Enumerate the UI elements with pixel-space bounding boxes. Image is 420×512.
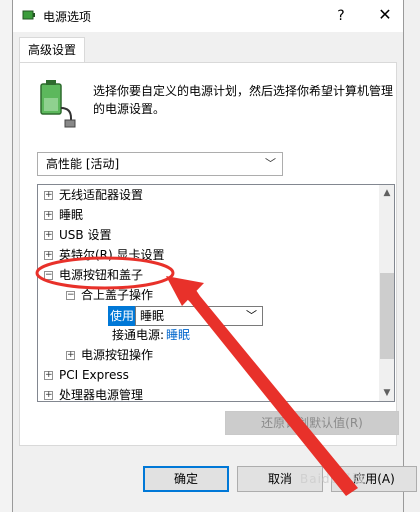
tree-item-plugged-in[interactable]: 接通电源: 睡眠 xyxy=(112,325,190,345)
background-window-right xyxy=(404,0,420,512)
tree-item-lid-close-action[interactable]: − 合上盖子操作 xyxy=(66,285,153,305)
tree-item-power-button-action[interactable]: + 电源按钮操作 xyxy=(66,345,153,365)
window-title: 电源选项 xyxy=(43,10,92,24)
tree-item-power-buttons-lid[interactable]: − 电源按钮和盖子 xyxy=(44,265,143,285)
tab-advanced-settings[interactable]: 高级设置 xyxy=(19,37,85,63)
tree-item-wireless[interactable]: + 无线适配器设置 xyxy=(44,185,143,205)
expand-icon[interactable]: + xyxy=(44,231,53,240)
expand-icon[interactable]: + xyxy=(44,371,53,380)
tree-item-sleep[interactable]: + 睡眠 xyxy=(44,205,83,225)
settings-tree: + 无线适配器设置 + 睡眠 + USB 设置 + 英特尔(R) 显卡设置 − 电源按钮和… xyxy=(37,184,395,402)
scroll-up-icon[interactable]: ▲ xyxy=(379,185,394,201)
on-battery-value: 睡眠 xyxy=(140,309,165,323)
scroll-down-icon[interactable]: ▼ xyxy=(379,385,394,401)
collapse-icon[interactable]: − xyxy=(44,271,53,280)
on-battery-select[interactable]: 睡眠 ﹀ xyxy=(135,306,263,326)
power-options-dialog: 电源选项 ? ✕ 高级设置 选择你要自定义的电源计划，然后选择你希望计算机管理的… xyxy=(12,0,417,512)
power-plan-select[interactable]: 高性能 [活动] ﹀ xyxy=(37,152,283,176)
power-plan-icon xyxy=(40,80,76,128)
help-button[interactable]: ? xyxy=(331,6,351,26)
expand-icon[interactable]: + xyxy=(44,391,53,400)
plugged-in-value[interactable]: 睡眠 xyxy=(166,328,190,342)
expand-icon[interactable]: + xyxy=(44,211,53,220)
restore-defaults-button[interactable]: 还原计划默认值(R) xyxy=(225,411,399,435)
watermark: Baidu经验 xyxy=(300,472,366,486)
battery-plug-icon xyxy=(22,10,35,20)
expand-icon[interactable]: + xyxy=(44,191,53,200)
tree-item-intel-graphics[interactable]: + 英特尔(R) 显卡设置 xyxy=(44,245,165,265)
tree-item-processor-power[interactable]: + 处理器电源管理 xyxy=(44,385,143,401)
chevron-down-icon: ﹀ xyxy=(265,157,276,170)
power-plan-selected: 高性能 [活动] xyxy=(46,157,120,171)
ok-button[interactable]: 确定 xyxy=(143,466,229,492)
tree-scrollbar[interactable]: ▲ ▼ xyxy=(379,185,394,401)
expand-icon[interactable]: + xyxy=(44,251,53,260)
collapse-icon[interactable]: − xyxy=(66,291,75,300)
scroll-thumb[interactable] xyxy=(380,273,394,359)
description-text: 选择你要自定义的电源计划，然后选择你希望计算机管理的电源设置。 xyxy=(93,84,394,116)
title-bar: 电源选项 ? ✕ xyxy=(13,0,403,32)
close-button[interactable]: ✕ xyxy=(373,4,397,26)
tree-item-usb[interactable]: + USB 设置 xyxy=(44,225,111,245)
tree-item-pci-express[interactable]: + PCI Express xyxy=(44,365,129,385)
expand-icon[interactable]: + xyxy=(66,351,75,360)
chevron-down-icon: ﹀ xyxy=(246,309,257,322)
